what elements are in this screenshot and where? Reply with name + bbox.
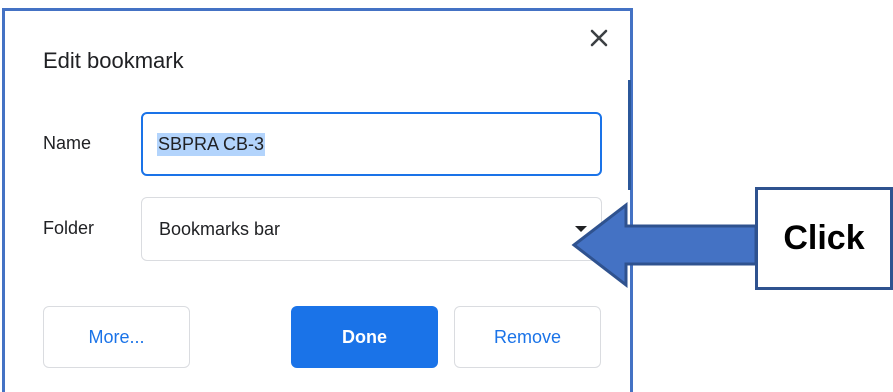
- close-button[interactable]: [585, 24, 613, 52]
- scrollbar-strip: [628, 80, 631, 190]
- done-button[interactable]: Done: [291, 306, 438, 368]
- dialog-title: Edit bookmark: [43, 48, 184, 73]
- name-input-value: SBPRA CB-3: [157, 132, 266, 156]
- folder-select-value: Bookmarks bar: [159, 218, 281, 239]
- more-button[interactable]: More...: [43, 306, 190, 368]
- remove-button[interactable]: Remove: [454, 306, 601, 368]
- pointer-arrow: [571, 201, 758, 289]
- click-callout: Click: [755, 187, 893, 290]
- folder-label: Folder: [43, 218, 95, 238]
- close-icon: [590, 29, 608, 47]
- folder-select[interactable]: Bookmarks bar: [141, 197, 602, 261]
- name-label: Name: [43, 133, 92, 153]
- name-input[interactable]: SBPRA CB-3: [141, 112, 602, 176]
